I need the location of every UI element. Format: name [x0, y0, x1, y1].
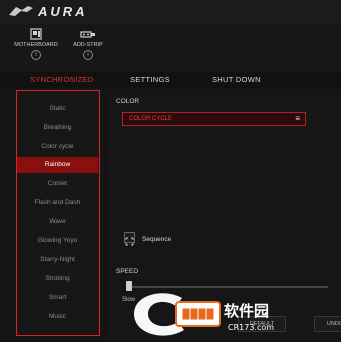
sequence-label: Sequence	[142, 236, 172, 243]
effect-item-glowing-yoyo[interactable]: Glowing Yoyo	[17, 233, 98, 249]
color-section-label: COLOR	[116, 98, 140, 105]
effect-item-static[interactable]: Static	[17, 101, 98, 117]
info-icon[interactable]: i	[83, 50, 93, 60]
color-mode-value: COLOR CYCLE	[129, 116, 173, 122]
device-selector: MOTHERBOARD i ADD-STRIP i	[0, 24, 341, 72]
speed-section-label: SPEED	[116, 268, 139, 275]
effect-item-breathing[interactable]: Breathing	[17, 120, 98, 136]
device-label: MOTHERBOARD	[14, 42, 58, 48]
tab-settings[interactable]: SETTINGS	[130, 75, 170, 84]
tab-shut-down[interactable]: SHUT DOWN	[212, 75, 261, 84]
motherboard-icon	[30, 28, 42, 40]
title-bar: AURA	[0, 0, 341, 24]
effect-item-flash-and-dash[interactable]: Flash and Dash	[17, 195, 98, 211]
tab-synchronized[interactable]: SYNCHRONIZED	[30, 75, 94, 84]
svg-text:软件园: 软件园	[224, 302, 269, 320]
aura-window: AURA MOTHERBOARD i ADD-STRIP i SYNCHRONI…	[0, 0, 341, 342]
effect-item-smart[interactable]: Smart	[17, 290, 98, 306]
chevron-down-icon: ≡	[295, 114, 300, 123]
app-title: AURA	[38, 4, 88, 19]
effect-list: Static Breathing Color cycle Rainbow Com…	[16, 90, 100, 336]
effect-item-color-cycle[interactable]: Color cycle	[17, 139, 98, 155]
device-motherboard[interactable]: MOTHERBOARD i	[12, 28, 60, 68]
info-icon[interactable]: i	[31, 50, 41, 60]
effect-item-wave[interactable]: Wave	[17, 214, 98, 230]
effect-item-starry-night[interactable]: Starry-Night	[17, 252, 98, 268]
device-label: ADD-STRIP	[73, 42, 103, 48]
svg-text:CR173.com: CR173.com	[228, 323, 274, 332]
led-strip-icon	[80, 31, 95, 38]
effect-item-rainbow[interactable]: Rainbow	[17, 157, 98, 173]
sequence-icon	[125, 237, 134, 246]
tab-bar: SYNCHRONIZED SETTINGS SHUT DOWN	[0, 72, 341, 88]
rog-logo-icon	[9, 6, 33, 16]
color-mode-select[interactable]: COLOR CYCLE ≡	[122, 112, 306, 126]
site-watermark-logo: 软件园 CR173.com	[134, 293, 274, 336]
sequence-checkbox[interactable]	[124, 232, 135, 246]
effect-item-comet[interactable]: Comet	[17, 176, 98, 192]
effect-item-strobing[interactable]: Strobing	[17, 271, 98, 287]
effect-item-music[interactable]: Music	[17, 309, 98, 325]
device-add-strip[interactable]: ADD-STRIP i	[64, 28, 112, 68]
